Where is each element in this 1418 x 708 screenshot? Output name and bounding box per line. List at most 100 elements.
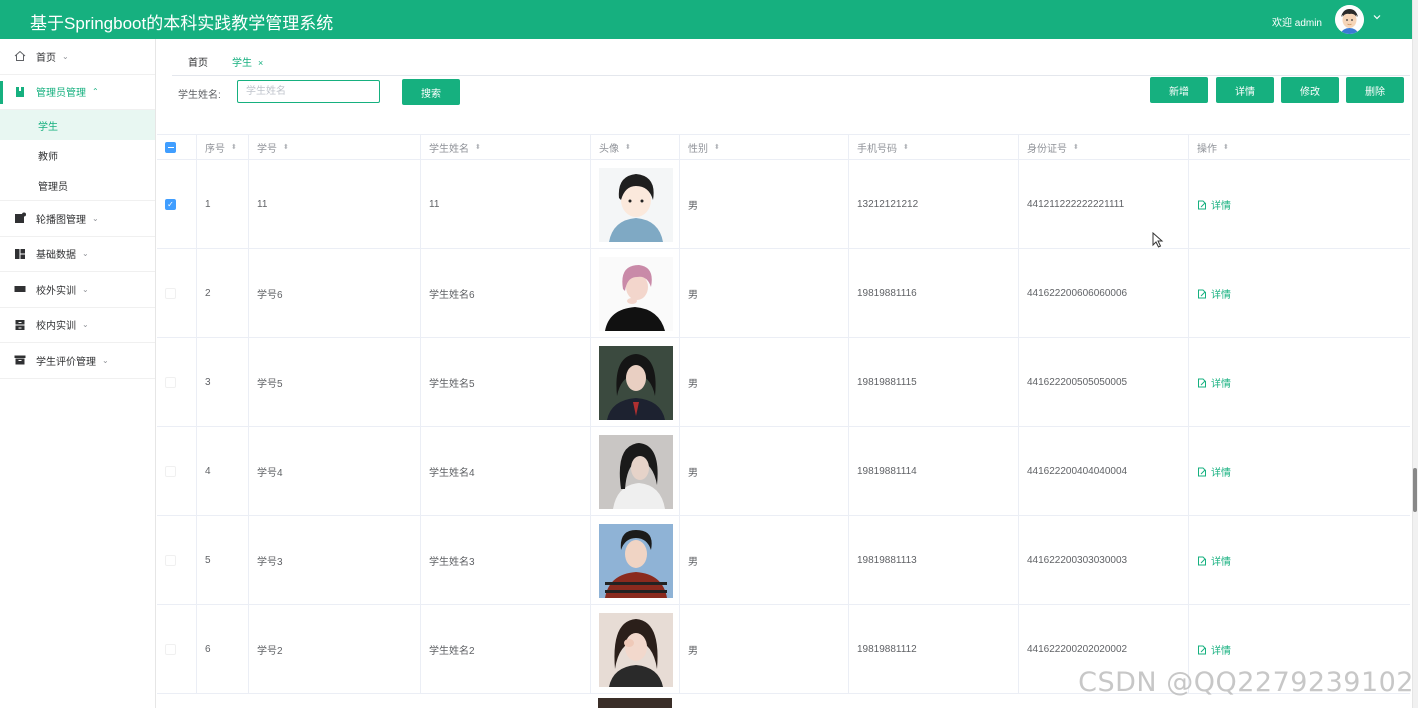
index-cell: 2 <box>197 249 249 338</box>
sidebar-item-label: 学生评价管理 <box>36 356 96 368</box>
column-header-phone[interactable]: 手机号码 ⬍ <box>849 135 1019 160</box>
actions-cell: 详情 <box>1189 338 1410 427</box>
tab-home[interactable]: 首页 <box>188 54 208 69</box>
table-row[interactable]: 2 学号6 学生姓名6 男 19819881116 44162220060606… <box>157 249 1410 338</box>
delete-button[interactable]: 删除 <box>1346 77 1404 103</box>
sort-icon[interactable]: ⬍ <box>231 144 237 151</box>
row-checkbox[interactable] <box>165 377 176 388</box>
sidebar-item-carousel-management[interactable]: 轮播图管理 ⌄ <box>0 201 155 237</box>
add-button[interactable]: 新增 <box>1150 77 1208 103</box>
detail-link-label: 详情 <box>1211 201 1231 212</box>
sort-icon[interactable]: ⬍ <box>1223 144 1229 151</box>
sidebar-item-student-evaluation[interactable]: 学生评价管理 ⌄ <box>0 343 155 379</box>
row-checkbox[interactable] <box>165 288 176 299</box>
chevron-down-icon: ⌄ <box>102 355 109 365</box>
row-detail-link[interactable]: 详情 <box>1197 553 1231 568</box>
row-detail-link[interactable]: 详情 <box>1197 642 1231 657</box>
sort-icon[interactable]: ⬍ <box>625 144 631 151</box>
phone-cell: 19819881113 <box>849 516 1019 605</box>
close-icon[interactable]: × <box>258 58 263 68</box>
id-card-cell: 441622200505050005 <box>1019 338 1189 427</box>
archive-icon <box>14 354 26 366</box>
edit-doc-icon <box>1198 556 1206 565</box>
student-avatar-image <box>599 256 673 331</box>
submenu-item-teacher[interactable]: 教师 <box>0 140 155 170</box>
sidebar-item-internal-training[interactable]: 校内实训 ⌄ <box>0 308 155 343</box>
student-name-search-input[interactable] <box>237 80 380 103</box>
sidebar-item-admin-management[interactable]: 管理员管理 ⌃ <box>0 75 155 110</box>
sidebar-item-label: 轮播图管理 <box>36 214 86 226</box>
detail-link-label: 详情 <box>1211 557 1231 568</box>
server-icon <box>14 319 26 331</box>
scrollbar-thumb[interactable] <box>1413 468 1417 512</box>
name-cell: 学生姓名6 <box>421 249 591 338</box>
edit-button[interactable]: 修改 <box>1281 77 1339 103</box>
column-header-actions[interactable]: 操作 ⬍ <box>1189 135 1410 160</box>
edit-doc-icon <box>1198 378 1206 387</box>
row-checkbox[interactable] <box>165 644 176 655</box>
column-header-avatar[interactable]: 头像 ⬍ <box>591 135 680 160</box>
column-header-student-no[interactable]: 学号 ⬍ <box>249 135 421 160</box>
chevron-down-icon: ⌄ <box>62 51 69 61</box>
search-button[interactable]: 搜索 <box>402 79 460 105</box>
mouse-cursor-icon <box>1152 231 1164 251</box>
table-row[interactable]: 4 学号4 学生姓名4 男 19819881114 44162220040404… <box>157 427 1410 516</box>
name-cell: 学生姓名4 <box>421 427 591 516</box>
gender-cell: 男 <box>680 249 849 338</box>
sort-icon[interactable]: ⬍ <box>283 144 289 151</box>
sidebar-item-label: 首页 <box>36 52 56 64</box>
row-detail-link[interactable]: 详情 <box>1197 286 1231 301</box>
sort-icon[interactable]: ⬍ <box>714 144 720 151</box>
name-cell: 11 <box>421 160 591 249</box>
column-header-label: 学生姓名 <box>429 144 469 155</box>
table-row[interactable]: ✓ 1 11 11 男 13212121212 4412112222222211… <box>157 160 1410 249</box>
actions-cell: 详情 <box>1189 427 1410 516</box>
id-card-cell: 441622200303030003 <box>1019 516 1189 605</box>
index-cell: 4 <box>197 427 249 516</box>
student-no-cell: 学号6 <box>249 249 421 338</box>
select-all-checkbox[interactable] <box>165 142 176 153</box>
row-checkbox[interactable] <box>165 555 176 566</box>
sidebar-item-external-training[interactable]: 校外实训 ⌄ <box>0 272 155 308</box>
row-detail-link[interactable]: 详情 <box>1197 375 1231 390</box>
student-no-cell: 学号5 <box>249 338 421 427</box>
column-header-name[interactable]: 学生姓名 ⬍ <box>421 135 591 160</box>
student-no-cell: 学号3 <box>249 516 421 605</box>
student-avatar-image <box>599 167 673 242</box>
page-scrollbar[interactable] <box>1412 0 1418 708</box>
user-avatar-icon[interactable] <box>1335 5 1364 34</box>
sort-icon[interactable]: ⬍ <box>903 144 909 151</box>
sidebar-item-basic-data[interactable]: 基础数据 ⌄ <box>0 237 155 272</box>
chevron-down-icon: ⌄ <box>82 249 89 259</box>
phone-cell: 13212121212 <box>849 160 1019 249</box>
phone-cell: 19819881116 <box>849 249 1019 338</box>
row-select-cell <box>157 427 197 516</box>
row-detail-link[interactable]: 详情 <box>1197 197 1231 212</box>
table-row[interactable]: 5 学号3 学生姓名3 男 19819881113 44162220030303… <box>157 516 1410 605</box>
row-detail-link[interactable]: 详情 <box>1197 464 1231 479</box>
student-avatar-image <box>599 345 673 420</box>
detail-button[interactable]: 详情 <box>1216 77 1274 103</box>
submenu-item-student[interactable]: 学生 <box>0 110 155 140</box>
column-header-id-card[interactable]: 身份证号 ⬍ <box>1019 135 1189 160</box>
submenu-item-admin[interactable]: 管理员 <box>0 170 155 201</box>
id-card-cell: 441622200404040004 <box>1019 427 1189 516</box>
actions-cell: 详情 <box>1189 160 1410 249</box>
sort-icon[interactable]: ⬍ <box>1073 144 1079 151</box>
tab-student[interactable]: 学生 × <box>232 54 263 69</box>
sidebar-item-home[interactable]: 首页 ⌄ <box>0 39 155 75</box>
book-icon <box>14 86 26 98</box>
column-header-index[interactable]: 序号 ⬍ <box>197 135 249 160</box>
chevron-down-icon[interactable] <box>1372 12 1382 25</box>
column-header-label: 操作 <box>1197 144 1217 155</box>
avatar-cell <box>591 427 680 516</box>
table-row[interactable]: 3 学号5 学生姓名5 男 19819881115 44162220050505… <box>157 338 1410 427</box>
gender-cell: 男 <box>680 516 849 605</box>
row-checkbox[interactable]: ✓ <box>165 199 176 210</box>
index-cell: 1 <box>197 160 249 249</box>
detail-link-label: 详情 <box>1211 290 1231 301</box>
column-header-gender[interactable]: 性别 ⬍ <box>680 135 849 160</box>
row-checkbox[interactable] <box>165 466 176 477</box>
sort-icon[interactable]: ⬍ <box>475 144 481 151</box>
avatar-cell <box>591 516 680 605</box>
